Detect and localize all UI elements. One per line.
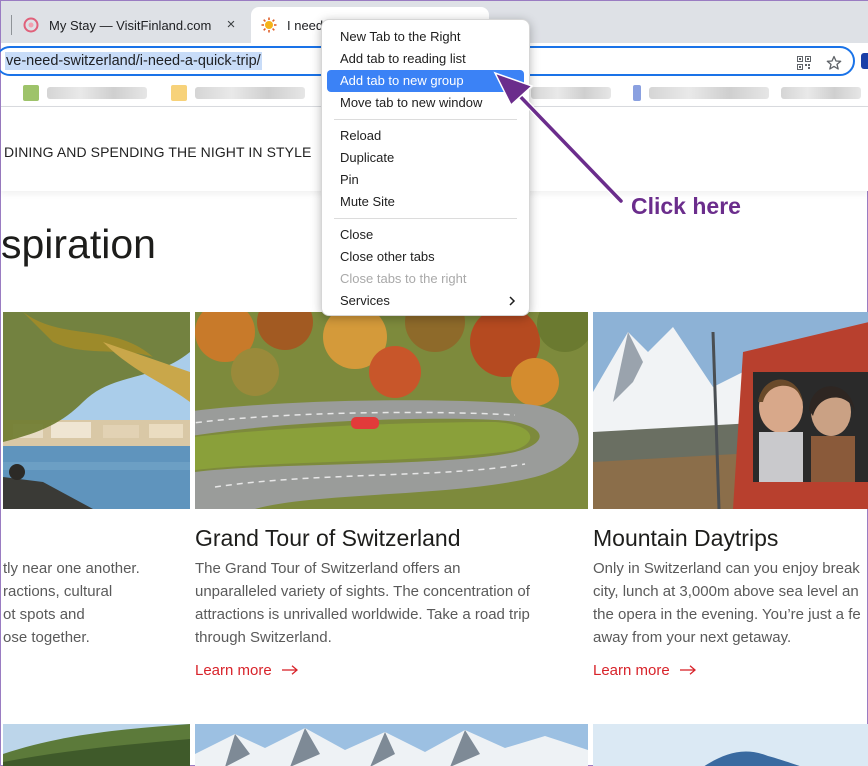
annotation-arrow-icon <box>493 71 624 204</box>
annotation-label: Click here <box>631 193 741 219</box>
